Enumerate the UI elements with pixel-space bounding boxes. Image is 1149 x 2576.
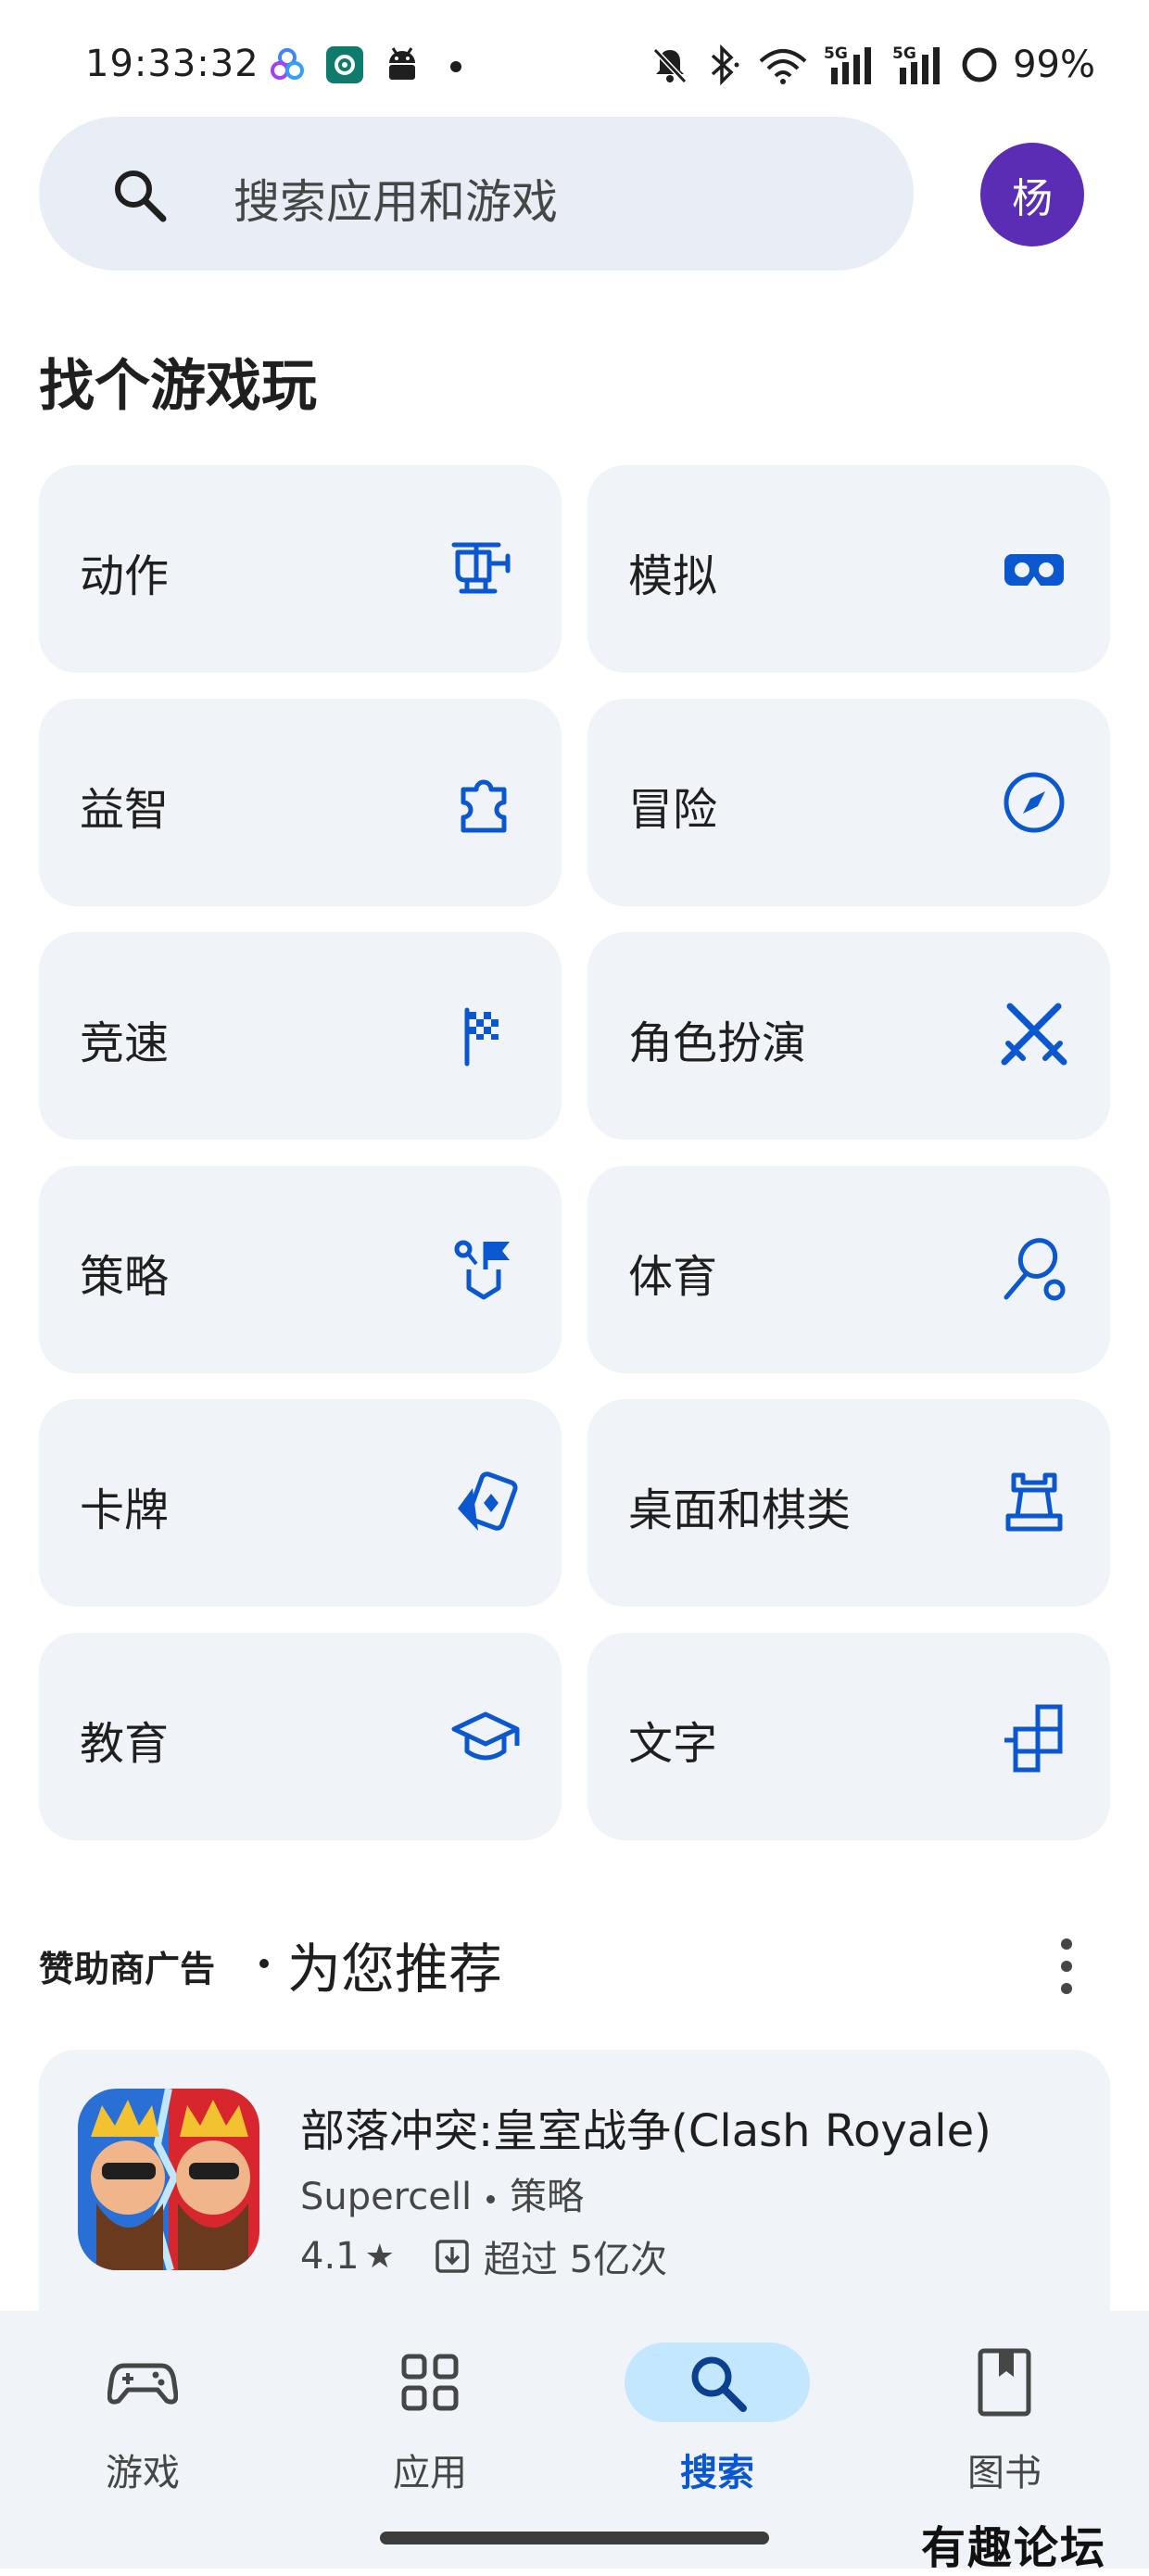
category-label: 角色扮演: [628, 1017, 807, 1069]
avatar[interactable]: 杨: [980, 143, 1084, 246]
category-tile-adventure[interactable]: 冒险: [587, 699, 1110, 906]
nav-label: 应用: [393, 2452, 467, 2494]
settings-app-icon: [326, 46, 363, 83]
status-more-dot: [450, 61, 461, 72]
category-tile-educational[interactable]: 教育: [39, 1633, 562, 1840]
wifi-icon: [759, 49, 807, 84]
category-tile-sports[interactable]: 体育: [587, 1166, 1110, 1373]
category-label: 冒险: [628, 784, 718, 836]
app-stats: 4.1 ★ 超过 5亿次: [300, 2229, 667, 2283]
svg-text:5G: 5G: [824, 44, 848, 63]
category-label: 桌面和棋类: [628, 1484, 852, 1536]
5g-signal-icon: 5G: [892, 44, 941, 84]
recommendations-header: 赞助商广告 为您推荐: [39, 1918, 1114, 2001]
separator-dot: [259, 1959, 269, 1968]
category-tile-board[interactable]: 桌面和棋类: [587, 1399, 1110, 1607]
search-icon: [691, 2356, 747, 2412]
category-tile-word[interactable]: 文字: [587, 1633, 1110, 1840]
apps-grid-icon: [401, 2354, 459, 2411]
search-icon: [115, 170, 167, 222]
nav-label: 图书: [967, 2452, 1042, 2494]
status-time: 19:33:32: [85, 43, 259, 85]
compass-icon: [997, 765, 1071, 840]
vr-headset-icon: [997, 532, 1071, 606]
graduation-cap-icon: [448, 1699, 523, 1774]
nav-label: 游戏: [106, 2452, 180, 2494]
svg-text:5G: 5G: [892, 44, 916, 63]
category-label: 卡牌: [80, 1484, 170, 1536]
letter-tiles-icon: [997, 1699, 1071, 1774]
category-label: 体育: [628, 1251, 718, 1303]
watermark: 有趣论坛: [921, 2522, 1107, 2574]
search-bar[interactable]: 搜索应用和游戏: [39, 117, 914, 271]
separator-dot: [486, 2194, 496, 2203]
android-icon: [389, 47, 415, 80]
helicopter-icon: [448, 532, 523, 606]
chess-rook-icon: [997, 1466, 1071, 1540]
download-icon: [436, 2240, 469, 2273]
strategy-flag-icon: [448, 1232, 523, 1307]
app-icon[interactable]: [78, 2089, 259, 2270]
nav-tab-books[interactable]: 图书: [903, 2341, 1106, 2498]
nav-label: 搜索: [680, 2452, 754, 2494]
racket-ball-icon: [997, 1232, 1071, 1307]
app-downloads: 超过 5亿次: [483, 2239, 668, 2281]
star-icon: ★: [364, 2237, 395, 2276]
category-label: 教育: [80, 1718, 170, 1770]
recommendations-title: 为您推荐: [287, 1938, 503, 2001]
ad-label: 赞助商广告: [39, 1949, 216, 1989]
app-developer: Supercell: [300, 2176, 473, 2218]
5g-signal-icon: 5G: [824, 44, 872, 84]
nav-tab-games[interactable]: 游戏: [41, 2341, 245, 2498]
status-system-icons: 5G 5G 99%: [650, 43, 1095, 87]
app-name: 部落冲突:皇室战争(Clash Royale): [300, 2105, 991, 2157]
category-tile-role-playing[interactable]: 角色扮演: [587, 932, 1110, 1140]
category-tile-puzzle[interactable]: 益智: [39, 699, 562, 906]
playing-cards-icon: [448, 1466, 523, 1540]
section-title: 找个游戏玩: [39, 354, 317, 419]
more-options-button[interactable]: [1043, 1929, 1090, 2003]
mute-bell-icon: [652, 47, 688, 84]
more-dot: [1061, 1938, 1072, 1950]
more-dot: [1061, 1961, 1072, 1972]
category-label: 动作: [80, 550, 170, 602]
category-grid: 动作 模拟 益智 冒险 竞速 角色扮演 策略 体育 卡牌 桌面和棋类 教育 文字: [39, 465, 1110, 1840]
category-tile-simulation[interactable]: 模拟: [587, 465, 1110, 673]
home-indicator[interactable]: [380, 2532, 769, 2544]
puzzle-piece-icon: [448, 765, 523, 840]
category-label: 文字: [628, 1718, 718, 1770]
app-rating: 4.1: [300, 2235, 360, 2278]
battery-percent: 99%: [1013, 44, 1095, 86]
checkered-flag-icon: [448, 999, 523, 1073]
app-meta: Supercell 策略: [300, 2166, 584, 2220]
category-label: 益智: [80, 784, 170, 836]
nav-tab-apps[interactable]: 应用: [328, 2341, 532, 2498]
search-placeholder: 搜索应用和游戏: [234, 175, 558, 229]
app-card[interactable]: 部落冲突:皇室战争(Clash Royale) Supercell 策略 4.1 …: [39, 2050, 1110, 2328]
nav-tab-search[interactable]: 搜索: [615, 2341, 819, 2498]
book-bookmark-icon: [978, 2348, 1031, 2417]
category-tile-card[interactable]: 卡牌: [39, 1399, 562, 1607]
battery-ring-icon: [962, 47, 997, 82]
app-genre: 策略: [510, 2176, 585, 2218]
category-label: 模拟: [628, 550, 718, 602]
category-label: 策略: [80, 1251, 170, 1303]
category-tile-strategy[interactable]: 策略: [39, 1166, 562, 1373]
category-tile-racing[interactable]: 竞速: [39, 932, 562, 1140]
bluetooth-icon: [711, 44, 739, 85]
crossed-swords-icon: [997, 999, 1071, 1073]
category-tile-action[interactable]: 动作: [39, 465, 562, 673]
more-dot: [1061, 1983, 1072, 1994]
gamepad-icon: [107, 2363, 178, 2405]
category-label: 竞速: [80, 1017, 170, 1069]
photos-icon: [271, 48, 304, 80]
